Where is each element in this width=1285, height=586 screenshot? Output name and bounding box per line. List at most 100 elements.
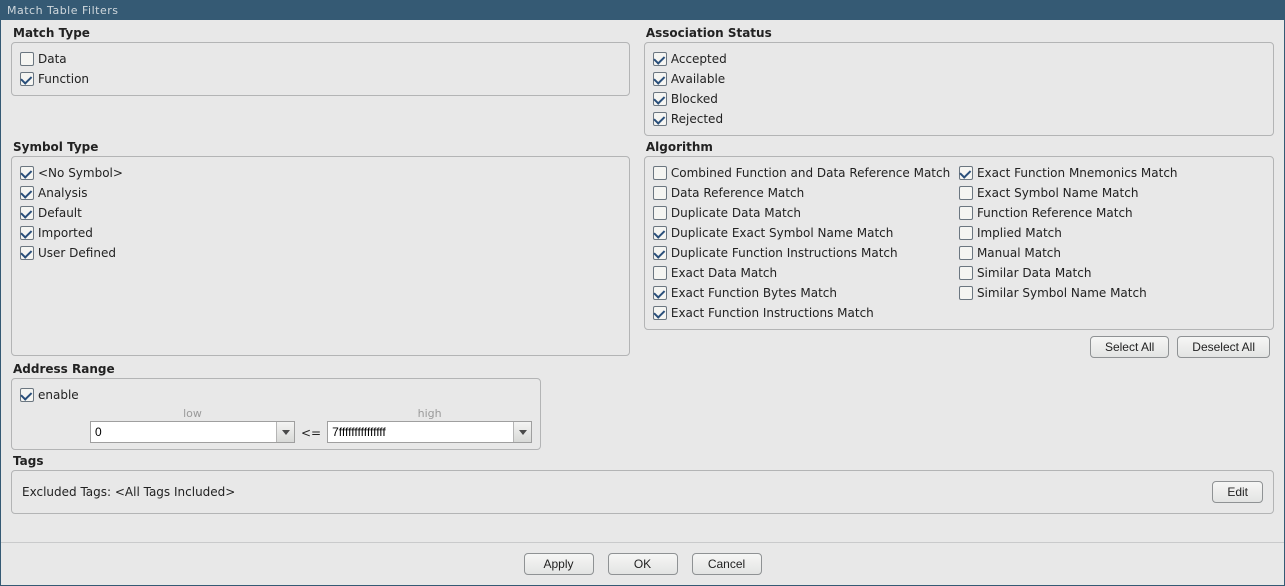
algorithm-columns: Combined Function and Data Reference Mat… xyxy=(653,163,1265,323)
tags-group: Excluded Tags: <All Tags Included> Edit xyxy=(11,470,1274,514)
symbol-type-checkbox[interactable] xyxy=(20,226,34,240)
symbol-type-label: Analysis xyxy=(38,184,87,202)
algorithm-checkbox[interactable] xyxy=(653,286,667,300)
algorithm-row: Exact Symbol Name Match xyxy=(959,183,1265,203)
association-status-row: Available xyxy=(653,69,1265,89)
address-range-section: Address Range enable low xyxy=(11,362,1274,450)
algorithm-label: Implied Match xyxy=(977,224,1062,242)
symbol-type-column: Symbol Type <No Symbol>AnalysisDefaultIm… xyxy=(11,140,630,358)
tags-section: Tags Excluded Tags: <All Tags Included> … xyxy=(11,454,1274,514)
dialog-window: Match Table Filters Match Type DataFunct… xyxy=(0,0,1285,586)
algorithm-row: Exact Data Match xyxy=(653,263,959,283)
algorithm-right-col: Exact Function Mnemonics MatchExact Symb… xyxy=(959,163,1265,323)
algorithm-checkbox[interactable] xyxy=(959,286,973,300)
symbol-type-label: User Defined xyxy=(38,244,116,262)
association-status-label: Available xyxy=(671,70,725,88)
association-status-group: Accepted AvailableBlockedRejected xyxy=(644,42,1274,136)
dialog-content: Match Type DataFunction Association Stat… xyxy=(1,20,1284,542)
match-type-checkbox[interactable] xyxy=(20,72,34,86)
high-input[interactable] xyxy=(328,422,513,442)
association-status-row: Rejected xyxy=(653,109,1265,129)
algorithm-checkbox[interactable] xyxy=(653,206,667,220)
address-enable-label: enable xyxy=(38,386,79,404)
association-status-column: Association Status AcceptedAvailableBloc… xyxy=(644,26,1274,136)
algorithm-row: Data Reference Match xyxy=(653,183,959,203)
top-row: Match Type DataFunction Association Stat… xyxy=(11,26,1274,136)
select-all-button[interactable]: Select All xyxy=(1090,336,1169,358)
algorithm-checkbox[interactable] xyxy=(653,266,667,280)
dialog-footer: Apply OK Cancel xyxy=(1,542,1284,585)
algorithm-checkbox[interactable] xyxy=(959,226,973,240)
match-type-checkbox[interactable] xyxy=(20,52,34,66)
algorithm-group: Combined Function and Data Reference Mat… xyxy=(644,156,1274,330)
algorithm-checkbox[interactable] xyxy=(959,186,973,200)
algorithm-row: Exact Function Bytes Match xyxy=(653,283,959,303)
algorithm-label: Data Reference Match xyxy=(671,184,804,202)
association-status-row: Accepted xyxy=(653,49,1265,69)
association-status-checkbox[interactable] xyxy=(653,72,667,86)
algorithm-label: Duplicate Data Match xyxy=(671,204,801,222)
symbol-type-checkbox[interactable] xyxy=(20,246,34,260)
low-dropdown-button[interactable] xyxy=(276,422,294,442)
match-type-row: Function xyxy=(20,69,621,89)
association-status-label: Accepted xyxy=(671,50,727,68)
symbol-type-checkbox[interactable] xyxy=(20,166,34,180)
algorithm-checkbox[interactable] xyxy=(959,206,973,220)
window-title: Match Table Filters xyxy=(7,4,118,17)
algorithm-column: Algorithm Combined Function and Data Ref… xyxy=(644,140,1274,358)
tags-edit-button[interactable]: Edit xyxy=(1212,481,1263,503)
address-range-group: enable low <= high xyxy=(11,378,541,450)
address-enable-checkbox[interactable] xyxy=(20,388,34,402)
apply-button[interactable]: Apply xyxy=(524,553,594,575)
algorithm-checkbox[interactable] xyxy=(959,246,973,260)
symbol-type-row: User Defined xyxy=(20,243,621,263)
algorithm-label: Manual Match xyxy=(977,244,1061,262)
algorithm-checkbox[interactable] xyxy=(653,306,667,320)
algorithm-row: Similar Symbol Name Match xyxy=(959,283,1265,303)
algorithm-checkbox[interactable] xyxy=(959,266,973,280)
symbol-type-row: Analysis xyxy=(20,183,621,203)
algorithm-row: Exact Function Instructions Match xyxy=(653,303,959,323)
algorithm-label: Function Reference Match xyxy=(977,204,1133,222)
match-type-group: Data Function xyxy=(11,42,630,96)
algorithm-row: Duplicate Data Match xyxy=(653,203,959,223)
match-type-label: Data xyxy=(38,50,67,68)
match-type-label: Function xyxy=(38,70,89,88)
algorithm-checkbox[interactable] xyxy=(653,186,667,200)
algorithm-label: Similar Symbol Name Match xyxy=(977,284,1147,302)
algorithm-row: Manual Match xyxy=(959,243,1265,263)
association-status-checkbox[interactable] xyxy=(653,112,667,126)
algorithm-checkbox[interactable] xyxy=(653,166,667,180)
symbol-type-label: Imported xyxy=(38,224,93,242)
algorithm-checkbox[interactable] xyxy=(653,226,667,240)
association-status-checkbox[interactable] xyxy=(653,92,667,106)
algorithm-left-col: Combined Function and Data Reference Mat… xyxy=(653,163,959,323)
high-dropdown-button[interactable] xyxy=(513,422,531,442)
symbol-type-label: <No Symbol> xyxy=(38,164,123,182)
symbol-type-checkbox[interactable] xyxy=(20,186,34,200)
symbol-type-checkbox[interactable] xyxy=(20,206,34,220)
algorithm-row: Function Reference Match xyxy=(959,203,1265,223)
low-input[interactable] xyxy=(91,422,276,442)
association-status-label: Rejected xyxy=(671,110,723,128)
symbol-type-title: Symbol Type xyxy=(11,140,630,156)
algorithm-title: Algorithm xyxy=(644,140,1274,156)
algorithm-label: Exact Function Instructions Match xyxy=(671,304,874,322)
algorithm-checkbox[interactable] xyxy=(959,166,973,180)
tags-title: Tags xyxy=(11,454,1274,470)
deselect-all-button[interactable]: Deselect All xyxy=(1177,336,1270,358)
low-label: low xyxy=(183,407,202,421)
mid-row: Symbol Type <No Symbol>AnalysisDefaultIm… xyxy=(11,140,1274,358)
match-type-row: Data xyxy=(20,49,621,69)
cancel-button[interactable]: Cancel xyxy=(692,553,762,575)
high-label: high xyxy=(418,407,442,421)
association-status-checkbox[interactable] xyxy=(653,52,667,66)
low-combo xyxy=(90,421,295,443)
high-combo xyxy=(327,421,532,443)
symbol-type-row: Imported xyxy=(20,223,621,243)
algorithm-checkbox[interactable] xyxy=(653,246,667,260)
symbol-type-group: <No Symbol>AnalysisDefaultImportedUser D… xyxy=(11,156,630,356)
ok-button[interactable]: OK xyxy=(608,553,678,575)
association-status-row: Blocked xyxy=(653,89,1265,109)
algorithm-row: Exact Function Mnemonics Match xyxy=(959,163,1265,183)
